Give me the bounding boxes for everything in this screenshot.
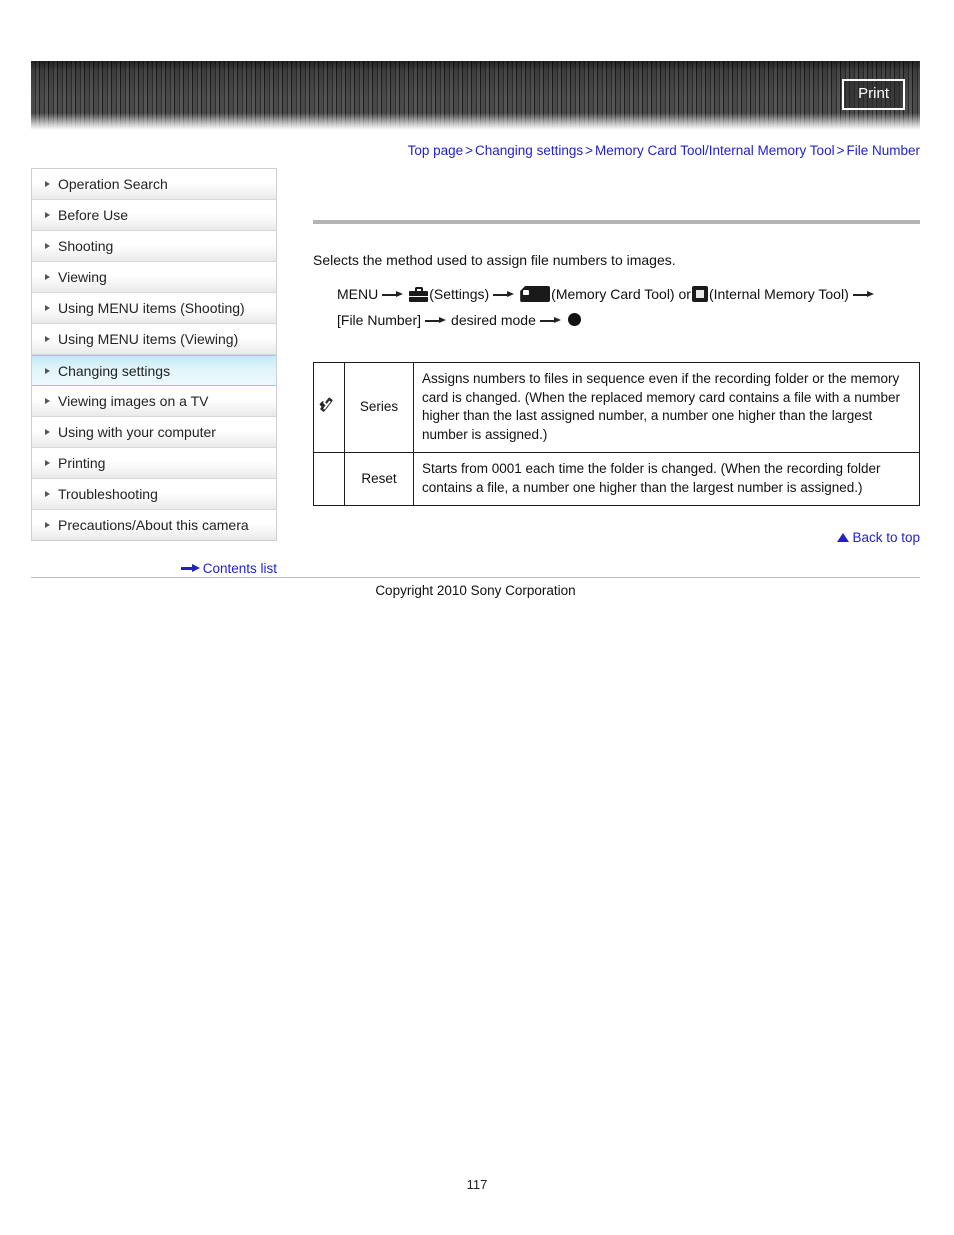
header-banner: Print	[31, 61, 920, 130]
memory-card-tool-label: (Memory Card Tool)	[551, 286, 675, 302]
arrow-right-icon	[493, 290, 515, 300]
sidebar-item-label: Changing settings	[58, 363, 171, 379]
checkmark-icon	[319, 396, 339, 414]
sidebar-item-label: Printing	[58, 455, 106, 471]
breadcrumb-item-changing-settings[interactable]: Changing settings	[475, 143, 583, 158]
right-arrow-icon	[180, 563, 200, 572]
intro-description: Selects the method used to assign file n…	[313, 252, 676, 268]
sidebar-item-before-use[interactable]: Before Use	[32, 200, 276, 231]
breadcrumb: Top page > Changing settings > Memory Card T…	[31, 143, 920, 158]
option-description-reset: Starts from 0001 each time the folder is…	[413, 452, 920, 506]
settings-label: (Settings)	[429, 286, 490, 302]
breadcrumb-separator: >	[585, 143, 593, 158]
sidebar-item-label: Using MENU items (Viewing)	[58, 331, 239, 347]
sidebar-item-viewing-images-on-a-tv[interactable]: Viewing images on a TV	[32, 386, 276, 417]
option-name-reset: Reset	[344, 452, 414, 506]
sidebar-item-viewing[interactable]: Viewing	[32, 262, 276, 293]
center-button-icon	[567, 313, 581, 326]
triangle-bullet-icon	[45, 398, 50, 404]
content-divider	[313, 220, 920, 224]
triangle-bullet-icon	[45, 491, 50, 497]
arrow-right-icon	[425, 316, 447, 326]
sidebar-item-label: Using with your computer	[58, 424, 216, 440]
arrow-right-icon	[382, 290, 404, 300]
sidebar-item-printing[interactable]: Printing	[32, 448, 276, 479]
triangle-bullet-icon	[45, 305, 50, 311]
menu-path-instructions: MENU (Settings) (Memory Card Tool) or (Inte…	[337, 281, 920, 333]
sidebar-item-using-with-your-computer[interactable]: Using with your computer	[32, 417, 276, 448]
memory-card-icon	[520, 286, 551, 302]
sidebar-navigation: Operation Search Before Use Shooting Vie…	[31, 168, 277, 541]
main-content: Selects the method used to assign file n…	[313, 220, 920, 333]
triangle-bullet-icon	[45, 522, 50, 528]
print-button[interactable]: Print	[842, 79, 905, 110]
breadcrumb-item-top-page[interactable]: Top page	[408, 143, 464, 158]
breadcrumb-separator: >	[836, 143, 845, 158]
sidebar-item-changing-settings[interactable]: Changing settings	[32, 355, 276, 386]
contents-list-link-wrapper: Contents list	[31, 560, 277, 576]
option-name-series: Series	[344, 362, 414, 453]
desired-mode-label: desired mode	[451, 312, 536, 328]
sidebar-item-label: Troubleshooting	[58, 486, 158, 502]
triangle-up-icon	[837, 532, 850, 542]
arrow-right-icon	[852, 290, 875, 300]
memory-chip-icon	[691, 286, 708, 302]
breadcrumb-item-memory-card-tool[interactable]: Memory Card Tool/Internal Memory Tool	[595, 143, 835, 158]
back-to-top-wrapper: Back to top	[837, 529, 920, 545]
sidebar-item-precautions-about-this-camera[interactable]: Precautions/About this camera	[32, 510, 276, 541]
sidebar-item-label: Operation Search	[58, 176, 168, 192]
copyright-text: Copyright 2010 Sony Corporation	[375, 583, 576, 598]
sidebar-item-operation-search[interactable]: Operation Search	[32, 169, 276, 200]
triangle-bullet-icon	[45, 181, 50, 187]
triangle-bullet-icon	[45, 212, 50, 218]
option-description-series: Assigns numbers to files in sequence eve…	[413, 362, 920, 453]
sidebar-item-label: Shooting	[58, 238, 114, 254]
triangle-bullet-icon	[45, 429, 50, 435]
sidebar-item-using-menu-items-viewing[interactable]: Using MENU items (Viewing)	[32, 324, 276, 355]
contents-list-link[interactable]: Contents list	[203, 561, 277, 576]
triangle-bullet-icon	[45, 336, 50, 342]
table-row: Series Assigns numbers to files in seque…	[313, 362, 920, 453]
breadcrumb-separator: >	[465, 143, 474, 158]
menu-label: MENU	[337, 286, 379, 302]
sidebar-item-label: Viewing	[58, 269, 107, 285]
default-indicator-cell-empty	[313, 452, 345, 506]
settings-toolbox-icon	[409, 287, 429, 302]
sidebar-item-using-menu-items-shooting[interactable]: Using MENU items (Shooting)	[32, 293, 276, 324]
triangle-bullet-icon	[45, 243, 50, 249]
footer-divider	[31, 577, 920, 578]
back-to-top-link[interactable]: Back to top	[852, 530, 920, 545]
internal-memory-tool-label: (Internal Memory Tool)	[708, 286, 849, 302]
default-indicator-cell	[313, 362, 345, 453]
triangle-bullet-icon	[45, 368, 50, 374]
sidebar-item-shooting[interactable]: Shooting	[32, 231, 276, 262]
sidebar-item-label: Viewing images on a TV	[58, 393, 209, 409]
arrow-right-icon	[539, 316, 562, 326]
file-number-label: [File Number]	[337, 312, 422, 328]
triangle-bullet-icon	[45, 274, 50, 280]
sidebar-item-label: Using MENU items (Shooting)	[58, 300, 245, 316]
breadcrumb-item-file-number[interactable]: File Number	[846, 143, 920, 158]
triangle-bullet-icon	[45, 460, 50, 466]
sidebar-item-label: Before Use	[58, 207, 129, 223]
sidebar-item-troubleshooting[interactable]: Troubleshooting	[32, 479, 276, 510]
file-number-options-table: Series Assigns numbers to files in seque…	[313, 362, 920, 506]
table-row: Reset Starts from 0001 each time the fol…	[313, 452, 920, 506]
or-label: or	[678, 286, 691, 302]
sidebar-item-label: Precautions/About this camera	[58, 517, 249, 533]
page-number: 117	[466, 1177, 488, 1192]
